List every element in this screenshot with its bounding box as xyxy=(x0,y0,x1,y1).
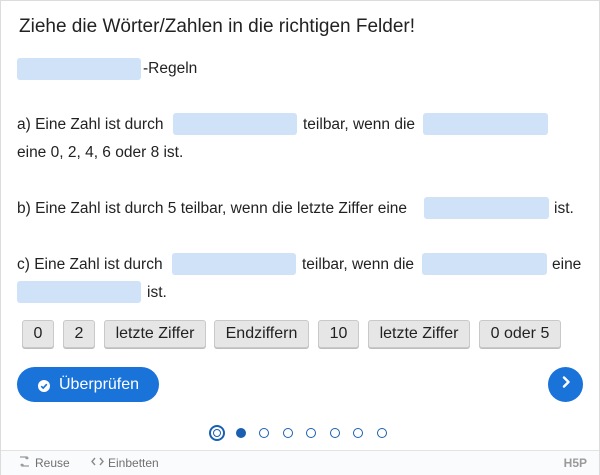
chevron-right-icon xyxy=(559,375,573,394)
next-button[interactable] xyxy=(548,367,583,402)
page-dot-7[interactable] xyxy=(353,428,363,438)
pagination xyxy=(0,425,600,443)
code-icon xyxy=(91,456,104,470)
rule-b-text-1: b) Eine Zahl ist durch 5 teilbar, wenn d… xyxy=(17,200,408,217)
rule-a-text-1: a) Eine Zahl ist durch xyxy=(17,116,164,133)
check-button[interactable]: Überprüfen xyxy=(17,367,159,402)
drop-zone-c1[interactable] xyxy=(172,253,296,275)
task-title: Ziehe die Wörter/Zahlen in die richtigen… xyxy=(19,16,416,37)
footer-bar: Reuse Einbetten H5P xyxy=(1,450,599,475)
heading-suffix: -Regeln xyxy=(143,60,198,77)
embed-label: Einbetten xyxy=(108,456,159,470)
draggable-chip-letzte-ziffer[interactable]: letzte Ziffer xyxy=(104,320,206,348)
drop-zone-c3[interactable] xyxy=(17,281,141,303)
drop-zone-a1[interactable] xyxy=(173,113,297,135)
rule-c-text-2: teilbar, wenn die xyxy=(302,256,415,273)
reuse-icon xyxy=(19,456,30,470)
reuse-label: Reuse xyxy=(35,456,70,470)
h5p-logo[interactable]: H5P xyxy=(564,456,587,470)
rule-c-text-1: c) Eine Zahl ist durch xyxy=(17,256,163,273)
page-dot-2[interactable] xyxy=(236,428,246,438)
page-dot-4[interactable] xyxy=(283,428,293,438)
draggable-chip-10[interactable]: 10 xyxy=(318,320,359,348)
rule-a-text-2: teilbar, wenn die xyxy=(303,116,416,133)
page-dot-8[interactable] xyxy=(377,428,387,438)
drop-zone-c2[interactable] xyxy=(422,253,547,275)
rule-c-text-4: ist. xyxy=(147,284,167,301)
draggable-chip-2[interactable]: 2 xyxy=(63,320,95,348)
draggable-chip-endziffern[interactable]: Endziffern xyxy=(214,320,309,348)
rule-b-text-2: ist. xyxy=(554,200,574,217)
rule-a-text-3: eine 0, 2, 4, 6 oder 8 ist. xyxy=(17,144,184,161)
draggable-chip-0[interactable]: 0 xyxy=(22,320,54,348)
drop-zone-heading[interactable] xyxy=(17,58,141,80)
check-circle-icon xyxy=(38,379,50,392)
rule-c-text-3: eine xyxy=(552,256,582,273)
embed-link[interactable]: Einbetten xyxy=(91,456,159,470)
reuse-link[interactable]: Reuse xyxy=(19,456,70,470)
draggable-chip-0-oder-5[interactable]: 0 oder 5 xyxy=(479,320,561,348)
drop-zone-a2[interactable] xyxy=(423,113,548,135)
draggable-chip-letzte-ziffer-2[interactable]: letzte Ziffer xyxy=(368,320,470,348)
page-dot-3[interactable] xyxy=(259,428,269,438)
check-button-label: Überprüfen xyxy=(59,375,140,393)
drop-zone-b1[interactable] xyxy=(424,197,549,219)
page-dot-6[interactable] xyxy=(330,428,340,438)
page-dot-1[interactable] xyxy=(209,425,225,441)
page-dot-5[interactable] xyxy=(306,428,316,438)
